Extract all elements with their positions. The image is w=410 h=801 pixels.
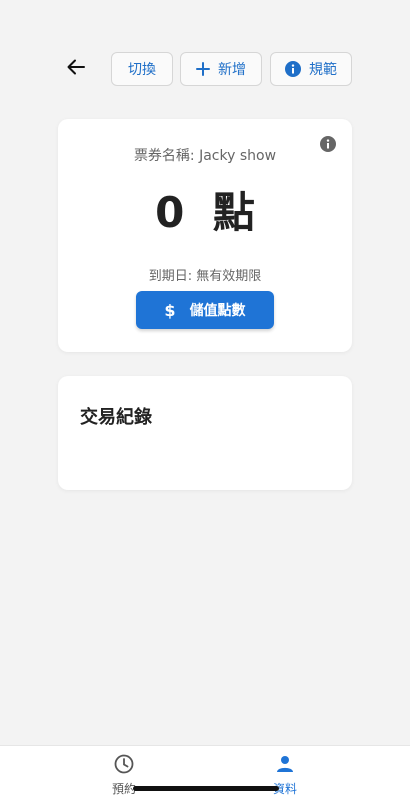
points-unit: 點	[212, 188, 255, 237]
home-indicator	[133, 786, 279, 791]
bottom-nav: 預約 資料	[0, 745, 410, 801]
top-up-button[interactable]: $ 儲值點數	[136, 291, 274, 329]
points-balance: 0 點	[58, 185, 352, 241]
back-button[interactable]	[62, 55, 90, 83]
arrow-left-icon	[66, 57, 86, 81]
plus-icon	[196, 62, 210, 76]
transactions-title: 交易紀錄	[80, 407, 152, 428]
switch-button[interactable]: 切換	[111, 52, 173, 86]
add-button-label: 新增	[218, 62, 246, 78]
expiry-date: 到期日: 無有效期限	[148, 269, 262, 284]
top-up-button-label: 儲值點數	[189, 303, 246, 319]
rules-button-label: 規範	[309, 62, 337, 78]
info-icon	[285, 61, 301, 77]
switch-button-label: 切換	[128, 62, 156, 78]
clock-icon	[114, 754, 134, 778]
ticket-name: 票券名稱: Jacky show	[133, 148, 277, 164]
dollar-icon: $	[164, 300, 176, 320]
ticket-card: 票券名稱: Jacky show 0 點 到期日: 無有效期限 $ 儲值點數	[58, 119, 352, 352]
points-value: 0	[155, 188, 185, 237]
transactions-card: 交易紀錄	[58, 376, 352, 490]
top-toolbar: 切換 新增 規範	[0, 52, 410, 86]
add-button[interactable]: 新增	[180, 52, 262, 86]
rules-button[interactable]: 規範	[270, 52, 352, 86]
person-icon	[275, 754, 295, 778]
